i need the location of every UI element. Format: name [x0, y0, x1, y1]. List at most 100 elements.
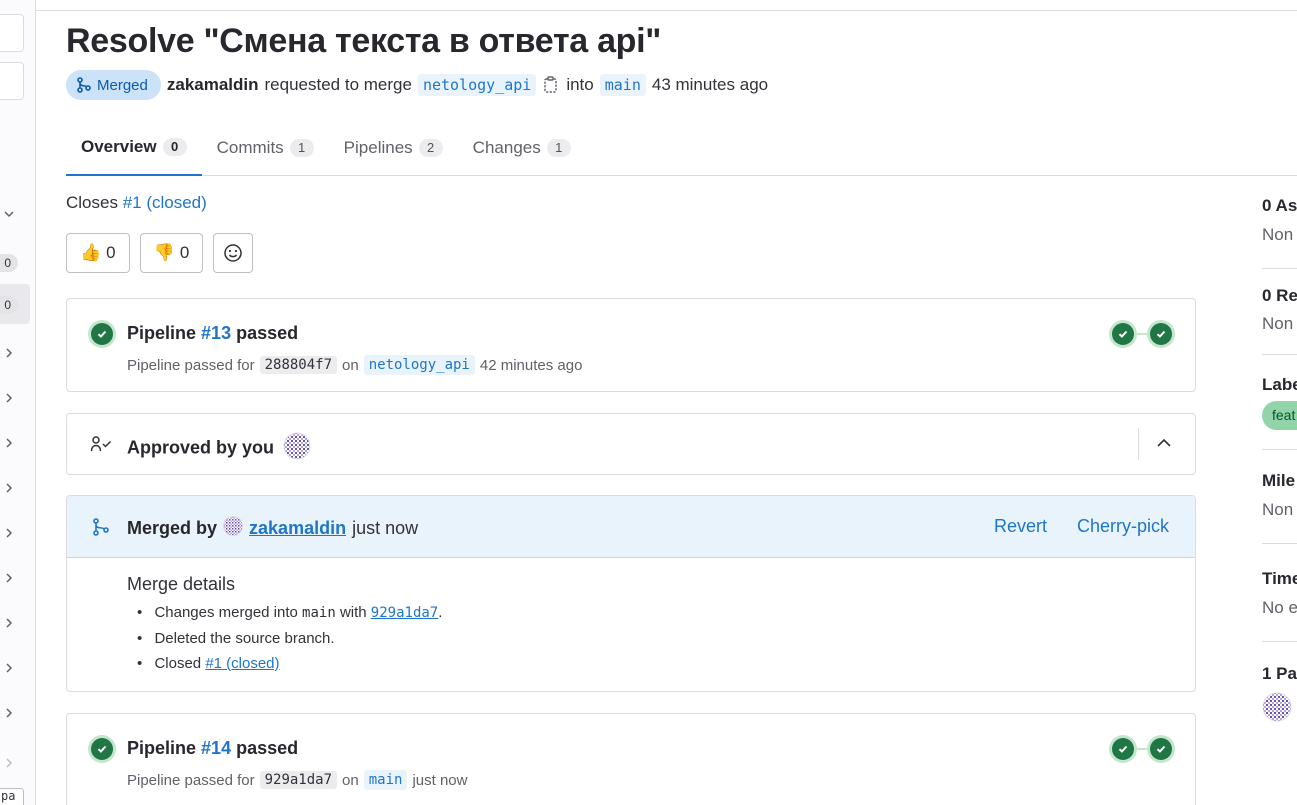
commit-sha[interactable]: 929a1da7 — [259, 771, 338, 789]
participants-title: 1 Par — [1262, 664, 1297, 683]
sidebar-bottom-button[interactable]: pa — [0, 788, 24, 805]
pipeline-number-link[interactable]: #13 — [201, 323, 231, 343]
closes-text: Closes #1 (closed) — [66, 193, 207, 213]
avatar[interactable] — [283, 432, 311, 465]
chevron-up-icon[interactable] — [1155, 434, 1173, 455]
avatar[interactable] — [1262, 692, 1292, 725]
closes-issue-link[interactable]: #1 (closed) — [123, 193, 207, 212]
pipeline-title-prefix: Pipeline — [127, 738, 197, 758]
tab-count: 2 — [418, 139, 443, 157]
tab-changes[interactable]: Changes 1 — [458, 120, 586, 176]
pipeline-title: Pipeline #14 passed — [127, 738, 298, 759]
chevron-right-icon[interactable] — [3, 707, 15, 721]
commit-sha[interactable]: 288804f7 — [259, 356, 338, 374]
status-badge-label: Merged — [97, 76, 148, 94]
tab-label: Overview — [81, 137, 157, 156]
detail-text: Deleted the source branch. — [154, 629, 335, 647]
pipeline-branch[interactable]: netology_api — [363, 355, 475, 375]
thumbs-down-icon: 👎 — [153, 243, 175, 262]
sidebar-search-box[interactable] — [0, 14, 24, 52]
cherry-pick-button[interactable]: Cherry-pick — [1077, 516, 1169, 537]
merge-commit-link[interactable]: 929a1da7 — [371, 605, 438, 621]
merged-by-prefix: Merged by — [127, 518, 218, 538]
chevron-down-icon[interactable] — [3, 208, 15, 222]
author-link[interactable]: zakamaldin — [167, 75, 259, 95]
chevron-right-icon[interactable] — [3, 482, 15, 496]
chevron-right-icon[interactable] — [3, 392, 15, 406]
stage-status-icon[interactable] — [1147, 735, 1175, 763]
pipeline-title-prefix: Pipeline — [127, 323, 197, 343]
pipeline-status-icon[interactable] — [88, 735, 116, 763]
pipeline-sub-prefix: Pipeline passed for — [127, 356, 255, 374]
detail-text: . — [438, 604, 443, 621]
thumbs-down-count: 0 — [179, 243, 190, 262]
pipeline-stages — [1109, 735, 1175, 763]
sidebar-context-switcher[interactable] — [0, 62, 24, 100]
pipeline-branch[interactable]: main — [363, 770, 408, 790]
pipeline-widget-main: Pipeline #14 passed Pipeline passed for … — [66, 713, 1196, 805]
copy-icon[interactable] — [542, 75, 560, 95]
sidebar-count-badge-active: 0 — [0, 296, 18, 314]
tab-commits[interactable]: Commits 1 — [202, 120, 329, 176]
add-reaction-button[interactable] — [213, 233, 254, 273]
detail-text: Closed — [154, 655, 202, 672]
chevron-right-icon[interactable] — [3, 347, 15, 361]
assignees-title: 0 As — [1262, 196, 1297, 215]
closed-issue-link[interactable]: #1 (closed) — [205, 655, 279, 672]
chevron-right-icon[interactable] — [3, 527, 15, 541]
stage-status-icon[interactable] — [1147, 320, 1175, 348]
pipeline-status-text: passed — [236, 323, 299, 343]
target-branch[interactable]: main — [599, 74, 646, 96]
meta-time: 43 minutes ago — [651, 75, 769, 94]
list-item: Closed #1 (closed) — [137, 655, 442, 681]
merged-actions: Revert Cherry-pick — [994, 516, 1169, 537]
left-sidebar: 0 0 pa — [0, 0, 36, 805]
tab-overview[interactable]: Overview 0 — [66, 120, 202, 176]
merge-details-title: Merge details — [127, 574, 236, 594]
merge-icon — [77, 77, 91, 93]
pipeline-title: Pipeline #13 passed — [127, 323, 298, 344]
thumbs-up-count: 0 — [106, 243, 116, 262]
tab-label: Commits — [216, 138, 284, 157]
list-item: Deleted the source branch. — [137, 630, 442, 656]
pipeline-status-icon[interactable] — [88, 320, 116, 348]
chevron-right-icon[interactable] — [3, 757, 15, 771]
merge-icon — [93, 518, 109, 536]
reviewers-value: Non — [1262, 314, 1294, 333]
detail-branch: main — [302, 605, 336, 621]
pipeline-widget: Pipeline #13 passed Pipeline passed for … — [66, 298, 1196, 392]
revert-button[interactable]: Revert — [994, 516, 1047, 537]
stage-status-icon[interactable] — [1109, 320, 1137, 348]
pipeline-number-link[interactable]: #14 — [201, 738, 231, 758]
sidebar-divider — [1262, 354, 1297, 355]
pipeline-time: 42 minutes ago — [479, 356, 583, 374]
approval-title: Approved by you — [127, 432, 311, 465]
chevron-right-icon[interactable] — [3, 572, 15, 586]
sidebar-count-badge: 0 — [0, 254, 18, 272]
thumbs-down-button[interactable]: 👎 0 — [139, 233, 204, 273]
pipeline-on: on — [342, 771, 359, 789]
merged-by-text: Merged by zakamaldin just now — [127, 516, 418, 541]
pipeline-subtext: Pipeline passed for 288804f7 on netology… — [127, 355, 582, 375]
page-title: Resolve "Смена текста в ответа api" — [66, 22, 662, 60]
stage-status-icon[interactable] — [1109, 735, 1137, 763]
thumbs-up-button[interactable]: 👍 0 — [66, 233, 130, 273]
chevron-right-icon[interactable] — [3, 437, 15, 451]
stage-connector — [1137, 748, 1147, 750]
sidebar-divider — [1262, 543, 1297, 544]
sidebar-divider — [1262, 449, 1297, 450]
avatar[interactable] — [223, 516, 244, 541]
pipeline-sub-prefix: Pipeline passed for — [127, 771, 255, 789]
chevron-right-icon[interactable] — [3, 662, 15, 676]
tab-pipelines[interactable]: Pipelines 2 — [329, 120, 458, 176]
chevron-right-icon[interactable] — [3, 617, 15, 631]
tab-label: Changes — [472, 138, 541, 157]
meta-action: requested to merge — [264, 75, 412, 94]
tab-count: 0 — [162, 138, 187, 156]
label-chip[interactable]: feat — [1262, 401, 1297, 430]
source-branch[interactable]: netology_api — [417, 74, 537, 96]
tab-count: 1 — [546, 139, 571, 157]
status-badge: Merged — [66, 70, 161, 100]
merged-by-user-link[interactable]: zakamaldin — [249, 518, 346, 539]
thumbs-up-icon: 👍 — [80, 243, 102, 262]
